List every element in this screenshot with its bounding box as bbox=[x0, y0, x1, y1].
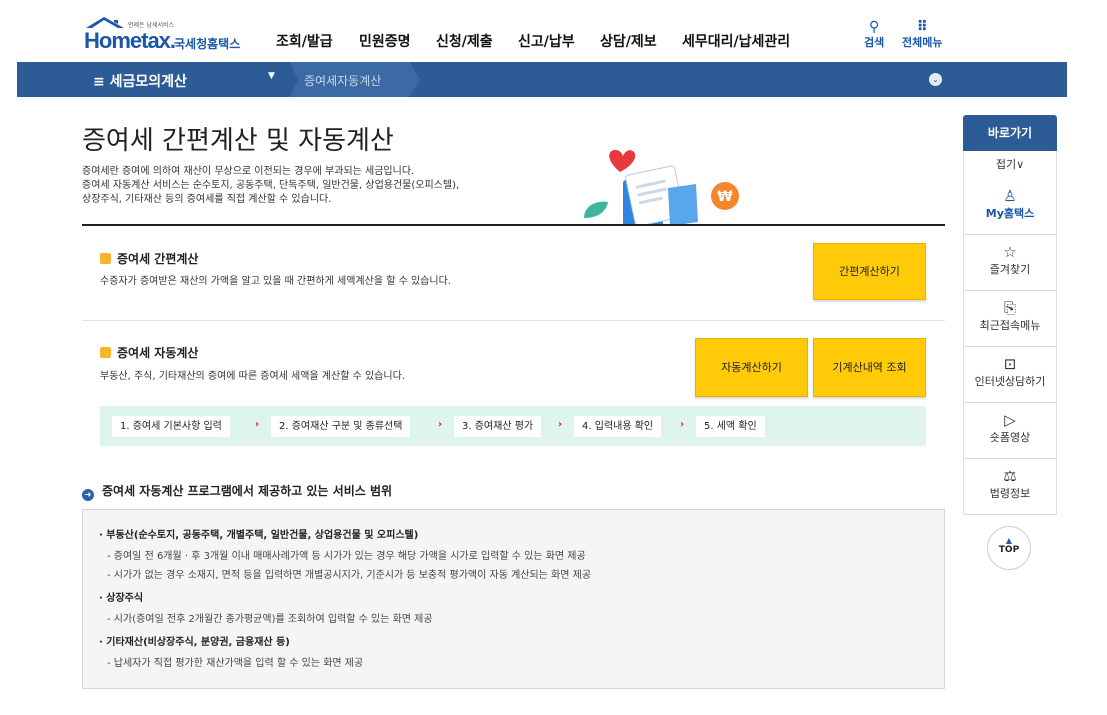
service-detail: - 시가가 없는 경우 소재지, 면적 등을 입력하면 개별공시지가, 기준시가… bbox=[107, 570, 592, 581]
arrow-up-icon: ▲ bbox=[1005, 536, 1013, 545]
caret-down-icon[interactable]: ▼ bbox=[268, 71, 275, 81]
service-category: · 상장주식 bbox=[99, 593, 144, 604]
quick-law-info[interactable]: ⚖ 법령정보 bbox=[963, 459, 1057, 515]
auto-calc-heading-text: 증여세 자동계산 bbox=[117, 346, 199, 360]
nav-item-consult[interactable]: 상담/제보 bbox=[600, 31, 657, 51]
grid-icon: ⠿ bbox=[916, 19, 928, 35]
simple-calc-button[interactable]: 간편계산하기 bbox=[813, 243, 926, 300]
quick-label: 인터넷상담하기 bbox=[974, 375, 1046, 388]
desc-line: 증여세 자동계산 서비스는 순수토지, 공동주택, 단독주택, 일반건물, 상업… bbox=[82, 180, 460, 191]
quick-online-consult[interactable]: ⊡ 인터넷상담하기 bbox=[963, 347, 1057, 403]
simple-calc-heading: 증여세 간편계산 bbox=[100, 250, 198, 267]
search-label: 검색 bbox=[864, 36, 885, 49]
arrow-circle-icon: ➜ bbox=[82, 489, 94, 501]
auto-calc-button[interactable]: 자동계산하기 bbox=[695, 338, 808, 397]
simple-calc-text: 수증자가 증여받은 재산의 가액을 알고 있을 때 간편하게 세액계산을 할 수… bbox=[100, 276, 451, 287]
play-icon: ▷ bbox=[1004, 411, 1016, 429]
service-detail: - 납세자가 직접 평가한 재산가액을 입력 할 수 있는 화면 제공 bbox=[107, 658, 364, 669]
gift-tax-illustration: ₩ bbox=[584, 149, 739, 226]
quick-my-hometax[interactable]: ♙ My홈택스 bbox=[963, 179, 1057, 235]
services-heading-text: 증여세 자동계산 프로그램에서 제공하고 있는 서비스 범위 bbox=[102, 484, 393, 498]
top-button[interactable]: ▲ TOP bbox=[987, 526, 1031, 570]
chevron-down-icon[interactable]: ⌄ bbox=[929, 73, 942, 86]
star-icon: ☆ bbox=[1003, 243, 1017, 261]
step-item: 3. 증여재산 평가 bbox=[454, 416, 542, 437]
auto-calc-text: 부동산, 주식, 기타재산의 증여에 따른 증여세 세액을 계산할 수 있습니다… bbox=[100, 371, 405, 382]
quick-shortform-video[interactable]: ▷ 숏폼영상 bbox=[963, 403, 1057, 459]
recent-search-icon: ⎘ bbox=[1003, 299, 1016, 317]
service-category: · 부동산(순수토지, 공동주택, 개별주택, 일반건물, 상업용건물 및 오피… bbox=[99, 530, 419, 541]
chevron-right-icon: › bbox=[438, 419, 443, 430]
nav-item-report[interactable]: 신고/납부 bbox=[518, 31, 575, 51]
quick-label: 법령정보 bbox=[989, 487, 1031, 500]
logo-kr-text: 국세청홈택스 bbox=[174, 37, 241, 51]
tax-simulation-menu[interactable]: ≡ 세금모의계산 bbox=[93, 71, 187, 91]
auto-calc-heading: 증여세 자동계산 bbox=[100, 344, 198, 361]
service-detail: - 시가(증여일 전후 2개월간 종가평균액)를 조회하여 입력할 수 있는 화… bbox=[107, 614, 433, 625]
bullet-icon bbox=[100, 347, 111, 358]
nav-item-inquiry[interactable]: 조회/발급 bbox=[276, 31, 333, 51]
step-item: 4. 입력내용 확인 bbox=[574, 416, 662, 437]
step-item: 5. 세액 확인 bbox=[696, 416, 765, 437]
simple-calc-heading-text: 증여세 간편계산 bbox=[117, 252, 199, 266]
user-icon: ♙ bbox=[1003, 187, 1017, 205]
services-box: · 부동산(순수토지, 공동주택, 개별주택, 일반건물, 상업용건물 및 오피… bbox=[82, 509, 945, 689]
step-item: 2. 증여재산 구분 및 종류선택 bbox=[271, 416, 411, 437]
quick-label: 즐겨찾기 bbox=[989, 263, 1031, 276]
services-heading: ➜ 증여세 자동계산 프로그램에서 제공하고 있는 서비스 범위 bbox=[82, 482, 392, 501]
bullet-icon bbox=[100, 253, 111, 264]
monitor-icon: ⊡ bbox=[1003, 355, 1017, 373]
page-description: 증여세란 증여에 의하여 재산이 무상으로 이전되는 경우에 부과되는 세금입니… bbox=[82, 165, 459, 207]
header: 언제든 납세서비스 Hometax. 국세청홈택스 조회/발급 민원증명 신청/… bbox=[0, 0, 1107, 62]
step-item: 1. 증여세 기본사항 입력 bbox=[112, 416, 230, 437]
page-title: 증여세 간편계산 및 자동계산 bbox=[82, 126, 394, 156]
quick-favorites[interactable]: ☆ 즐겨찾기 bbox=[963, 235, 1057, 291]
quick-label: 숏폼영상 bbox=[989, 431, 1031, 444]
service-category: · 기타재산(비상장주식, 분양권, 금융재산 등) bbox=[99, 637, 290, 648]
hometax-logo[interactable]: 언제든 납세서비스 Hometax. 국세청홈택스 bbox=[82, 16, 247, 54]
breadcrumb[interactable]: 증여세자동계산 bbox=[290, 62, 420, 97]
quick-label: 최근접속메뉴 bbox=[979, 319, 1041, 332]
search-button[interactable]: ⚲ 검색 bbox=[864, 20, 884, 50]
breadcrumb-current: 증여세자동계산 bbox=[304, 74, 382, 88]
all-menu-button[interactable]: ⠿ 전체메뉴 bbox=[902, 20, 942, 50]
quick-menu-title: 바로가기 bbox=[963, 115, 1057, 151]
all-menu-label: 전체메뉴 bbox=[902, 36, 943, 49]
nav-item-tax-agent[interactable]: 세무대리/납세관리 bbox=[682, 31, 790, 51]
gavel-icon: ⚖ bbox=[1003, 467, 1017, 485]
top-label: TOP bbox=[998, 545, 1020, 555]
process-steps: 1. 증여세 기본사항 입력 › 2. 증여재산 구분 및 종류선택 › 3. … bbox=[100, 406, 926, 446]
search-icon: ⚲ bbox=[868, 19, 880, 35]
logo-text: Hometax. bbox=[84, 28, 176, 53]
nav-item-apply[interactable]: 신청/제출 bbox=[436, 31, 493, 51]
quick-menu: 바로가기 접기∨ ♙ My홈택스 ☆ 즐겨찾기 ⎘ 최근접속메뉴 ⊡ 인터넷상담하기 ▷… bbox=[963, 115, 1057, 515]
desc-line: 증여세란 증여에 의하여 재산이 무상으로 이전되는 경우에 부과되는 세금입니… bbox=[82, 166, 415, 177]
desc-line: 상장주식, 기타재산 등의 증여세를 직접 계산할 수 있습니다. bbox=[82, 194, 332, 205]
menu-bar: ≡ 세금모의계산 ▼ 증여세자동계산 ⌄ bbox=[17, 62, 1067, 97]
service-detail: - 증여일 전 6개월 · 후 3개월 이내 매매사례가액 등 시가가 있는 경… bbox=[107, 551, 586, 562]
quick-recent-menu[interactable]: ⎘ 최근접속메뉴 bbox=[963, 291, 1057, 347]
history-inquiry-button[interactable]: 기계산내역 조회 bbox=[813, 338, 926, 397]
fold-button[interactable]: 접기∨ bbox=[963, 151, 1057, 179]
quick-label: My홈택스 bbox=[985, 207, 1035, 220]
chevron-right-icon: › bbox=[558, 419, 563, 430]
svg-text:₩: ₩ bbox=[717, 189, 733, 205]
chevron-right-icon: › bbox=[680, 419, 685, 430]
chevron-right-icon: › bbox=[255, 419, 260, 430]
nav-item-certificate[interactable]: 민원증명 bbox=[359, 31, 411, 51]
